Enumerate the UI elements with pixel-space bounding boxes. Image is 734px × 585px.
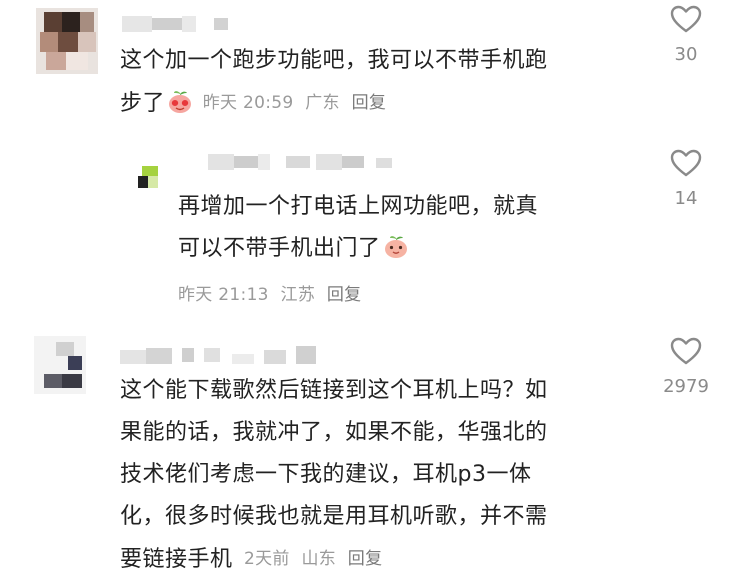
comment-time: 昨天 21:13 <box>178 285 269 305</box>
username-blurred[interactable] <box>208 152 408 172</box>
like-group: 30 <box>656 4 716 65</box>
comment-text-line: 步了 <box>120 91 166 116</box>
comment-location: 广东 <box>305 93 340 113</box>
reply-button[interactable]: 回复 <box>352 93 387 113</box>
like-group: 14 <box>656 148 716 209</box>
comment-item-1: 这个加一个跑步功能吧，我可以不带手机跑 步了 昨天 20:59 广东 回复 30 <box>0 0 734 125</box>
comment-text-line: 技术佬们考虑一下我的建议，耳机p3一体 <box>120 462 532 487</box>
comment-text-line: 可以不带手机出门了 <box>178 236 381 261</box>
avatar[interactable] <box>36 8 98 74</box>
comment-text-line: 这个能下载歌然后链接到这个耳机上吗？如 <box>120 378 548 403</box>
comment-location: 山东 <box>301 549 337 569</box>
comment-location: 江苏 <box>280 285 316 305</box>
comment-body: 这个能下载歌然后链接到这个耳机上吗？如 果能的话，我就冲了，如果不能，华强北的 … <box>120 370 548 581</box>
comment-item-3: 这个能下载歌然后链接到这个耳机上吗？如 果能的话，我就冲了，如果不能，华强北的 … <box>0 330 734 585</box>
reply-button[interactable]: 回复 <box>348 549 383 569</box>
comment-body: 再增加一个打电话上网功能吧，就真 可以不带手机出门了 昨天 21:13 江苏 回… <box>178 186 538 312</box>
username-blurred[interactable] <box>122 14 232 34</box>
username-blurred[interactable] <box>120 346 330 366</box>
comment-item-2: 再增加一个打电话上网功能吧，就真 可以不带手机出门了 昨天 21:13 江苏 回… <box>0 140 734 310</box>
avatar[interactable] <box>138 166 164 192</box>
reply-button[interactable]: 回复 <box>327 285 362 305</box>
heart-outline-icon[interactable] <box>656 148 716 178</box>
avatar[interactable] <box>34 336 86 394</box>
like-count: 14 <box>674 188 698 209</box>
like-count: 30 <box>674 44 698 65</box>
comment-text-line: 化，很多时候我也就是用耳机听歌，并不需 <box>120 504 548 529</box>
comment-time: 昨天 20:59 <box>202 93 294 113</box>
peach-face-emoji-icon <box>167 87 193 129</box>
comment-text-line: 果能的话，我就冲了，如果不能，华强北的 <box>120 420 548 445</box>
comment-text-line: 这个加一个跑步功能吧，我可以不带手机跑 <box>120 48 548 73</box>
comment-body: 这个加一个跑步功能吧，我可以不带手机跑 步了 昨天 20:59 广东 回复 <box>120 40 548 129</box>
comment-text-line: 要链接手机 <box>120 547 233 572</box>
heart-outline-icon[interactable] <box>656 4 716 34</box>
comment-time: 2天前 <box>244 549 290 569</box>
heart-outline-icon[interactable] <box>650 336 722 366</box>
comment-thread: 这个加一个跑步功能吧，我可以不带手机跑 步了 昨天 20:59 广东 回复 30… <box>0 0 734 585</box>
like-group: 2979 <box>650 336 722 397</box>
like-count: 2979 <box>663 376 709 397</box>
comment-text-line: 再增加一个打电话上网功能吧，就真 <box>178 194 539 219</box>
peach-face-emoji-icon <box>383 232 409 274</box>
